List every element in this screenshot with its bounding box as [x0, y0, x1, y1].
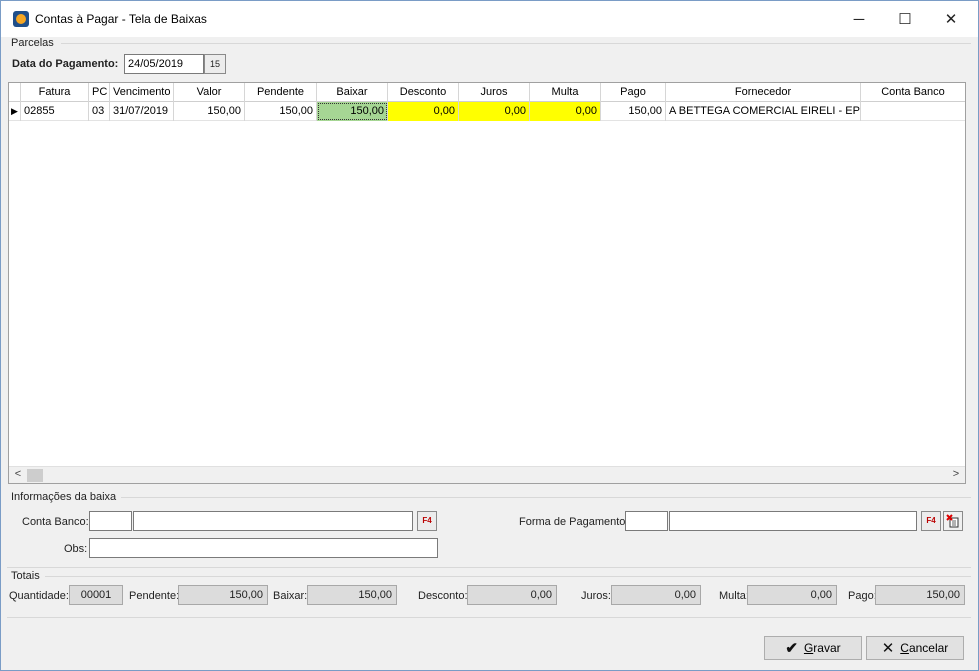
horizontal-scrollbar[interactable]: < >: [9, 466, 965, 483]
informacoes-group-label: Informações da baixa: [11, 491, 117, 503]
check-icon: ✔: [785, 640, 798, 657]
f4-lookup-icon: F4: [422, 516, 432, 525]
column-header-vencimento[interactable]: Vencimento: [110, 83, 174, 102]
quantidade-value: 00001: [69, 585, 123, 605]
obs-label: Obs:: [64, 543, 88, 555]
juros-total-label: Juros:: [581, 590, 611, 602]
close-icon: ✕: [881, 640, 895, 657]
gravar-mnemonic: G: [803, 641, 814, 655]
gravar-button[interactable]: ✔ Gravar: [764, 636, 862, 660]
table-row[interactable]: ▶ 02855 03 31/07/2019 150,00 150,00 150,…: [9, 102, 965, 121]
app-icon: [13, 11, 29, 27]
forma-pagamento-code-input[interactable]: [625, 511, 668, 531]
cell-multa[interactable]: 0,00: [530, 102, 601, 121]
column-header-desconto[interactable]: Desconto: [388, 83, 459, 102]
cell-pendente[interactable]: 150,00: [245, 102, 317, 121]
pendente-total-label: Pendente:: [129, 590, 180, 602]
cell-juros[interactable]: 0,00: [459, 102, 530, 121]
window-title: Contas à Pagar - Tela de Baixas: [35, 12, 207, 26]
calendar-icon[interactable]: 15: [204, 54, 226, 74]
column-header-fornecedor[interactable]: Fornecedor: [666, 83, 861, 102]
multa-total-value: 0,00: [747, 585, 837, 605]
column-header-pendente[interactable]: Pendente: [245, 83, 317, 102]
title-bar[interactable]: Contas à Pagar - Tela de Baixas ─ ☐ ✕: [1, 1, 978, 37]
scroll-thumb[interactable]: [27, 469, 43, 482]
column-header-pc[interactable]: PC: [89, 83, 110, 102]
column-header-multa[interactable]: Multa: [530, 83, 601, 102]
close-button[interactable]: ✕: [928, 1, 974, 37]
juros-total-value: 0,00: [611, 585, 701, 605]
baixas-window: Contas à Pagar - Tela de Baixas ─ ☐ ✕ Pa…: [0, 0, 979, 671]
cell-desconto[interactable]: 0,00: [388, 102, 459, 121]
conta-banco-desc-input[interactable]: [133, 511, 413, 531]
cell-fornecedor[interactable]: A BETTEGA COMERCIAL EIRELI - EPP: [666, 102, 861, 121]
totais-top-separator: [7, 567, 971, 568]
informacoes-separator: [121, 497, 971, 498]
desconto-total-label: Desconto:: [418, 590, 468, 602]
pago-total-label: Pago:: [848, 590, 877, 602]
obs-input[interactable]: [89, 538, 438, 558]
cancelar-button[interactable]: ✕ Cancelar: [866, 636, 964, 660]
baixar-total-value: 150,00: [307, 585, 397, 605]
column-header-indicator: [9, 83, 21, 102]
column-header-pago[interactable]: Pago: [601, 83, 666, 102]
pendente-total-value: 150,00: [178, 585, 268, 605]
cell-valor[interactable]: 150,00: [174, 102, 245, 121]
parcelas-grid: Fatura PC Vencimento Valor Pendente Baix…: [8, 82, 966, 484]
cell-pago[interactable]: 150,00: [601, 102, 666, 121]
gravar-label-rest: ravar: [813, 641, 841, 655]
forma-pagamento-desc-input[interactable]: [669, 511, 917, 531]
scroll-right-icon[interactable]: >: [948, 468, 964, 483]
scroll-left-icon[interactable]: <: [10, 468, 26, 483]
baixar-total-label: Baixar:: [273, 590, 308, 602]
cancelar-label: Cancelar: [900, 641, 948, 655]
desconto-total-value: 0,00: [467, 585, 557, 605]
column-header-conta-banco[interactable]: Conta Banco: [861, 83, 965, 102]
gravar-label: Gravar: [804, 641, 841, 655]
cell-fatura[interactable]: 02855: [21, 102, 89, 121]
pago-total-value: 150,00: [875, 585, 965, 605]
multa-total-label: Multa:: [719, 590, 749, 602]
cancelar-label-rest: ancelar: [908, 641, 949, 655]
data-pagamento-label: Data do Pagamento:: [12, 58, 119, 70]
cell-pc[interactable]: 03: [89, 102, 110, 121]
totais-group-label: Totais: [11, 570, 40, 582]
conta-banco-label: Conta Banco:: [22, 516, 89, 528]
maximize-button[interactable]: ☐: [882, 1, 928, 37]
buttons-separator: [7, 617, 971, 618]
column-header-juros[interactable]: Juros: [459, 83, 530, 102]
parcelas-separator: [61, 43, 971, 44]
totais-separator: [45, 576, 971, 577]
new-document-icon: [946, 514, 959, 528]
data-pagamento-input[interactable]: 24/05/2019: [124, 54, 204, 74]
conta-banco-lookup-icon[interactable]: F4: [417, 511, 437, 531]
column-header-valor[interactable]: Valor: [174, 83, 245, 102]
parcelas-group-label: Parcelas: [11, 37, 54, 49]
row-indicator-icon: ▶: [9, 102, 21, 121]
forma-pagamento-label: Forma de Pagamento:: [519, 516, 629, 528]
f4-lookup-icon: F4: [926, 516, 936, 525]
column-header-baixar[interactable]: Baixar: [317, 83, 388, 102]
cell-vencimento[interactable]: 31/07/2019: [110, 102, 174, 121]
cancelar-mnemonic: C: [900, 641, 909, 655]
minimize-button[interactable]: ─: [836, 1, 882, 37]
quantidade-label: Quantidade:: [9, 590, 69, 602]
conta-banco-code-input[interactable]: [89, 511, 132, 531]
cell-conta-banco[interactable]: [861, 102, 965, 121]
column-header-fatura[interactable]: Fatura: [21, 83, 89, 102]
forma-pagamento-lookup-icon[interactable]: F4: [921, 511, 941, 531]
new-record-icon[interactable]: [943, 511, 963, 531]
cell-baixar[interactable]: 150,00: [317, 102, 388, 121]
grid-header: Fatura PC Vencimento Valor Pendente Baix…: [9, 83, 965, 102]
